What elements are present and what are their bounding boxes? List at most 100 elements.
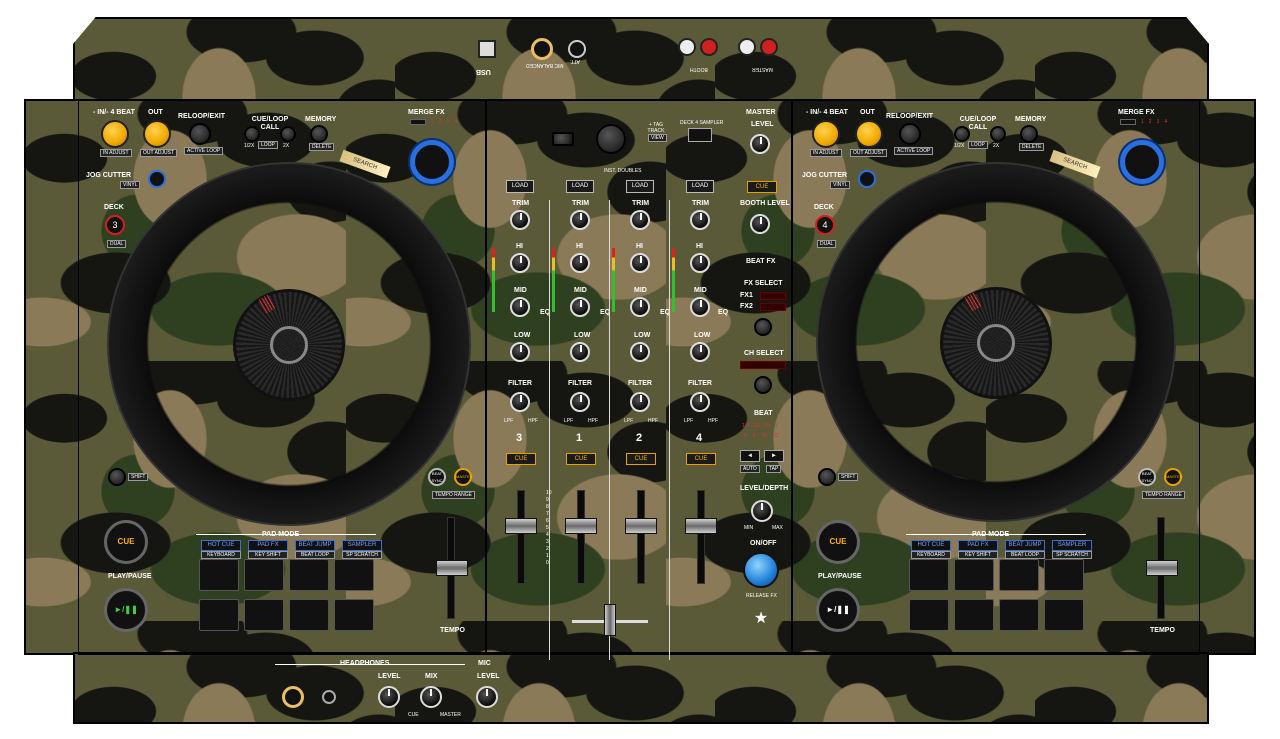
mid-knob-ch4[interactable] [690, 297, 710, 317]
headphones-mix-knob[interactable] [420, 686, 442, 708]
master-cue-button[interactable]: CUE [747, 181, 777, 193]
load-button-ch2[interactable]: LOAD [626, 180, 654, 193]
play-pause-button[interactable]: ►/❚❚ [104, 588, 148, 632]
beat-left-button[interactable]: ◄ [740, 450, 760, 462]
load-button-ch1[interactable]: LOAD [566, 180, 594, 193]
merge-fx-knob-right[interactable] [1120, 140, 1164, 184]
back-button[interactable] [552, 132, 574, 146]
cue-loop-call-right-button-right[interactable] [990, 126, 1006, 142]
beat-sync-button-right[interactable]: BEAT SYNC [1138, 468, 1156, 486]
memory-button-right[interactable] [1020, 125, 1038, 143]
pad-8[interactable] [334, 599, 374, 631]
shift-button[interactable] [108, 468, 126, 486]
pad-5[interactable] [199, 599, 239, 631]
out-button-right[interactable] [855, 120, 883, 148]
cue-button-ch4[interactable]: CUE [686, 453, 716, 465]
memory-button[interactable] [310, 125, 328, 143]
deck-select-button[interactable]: 3 [105, 215, 125, 235]
filter-knob-ch3[interactable] [510, 392, 530, 412]
out-button[interactable] [143, 120, 171, 148]
cue-button[interactable]: CUE [104, 520, 148, 564]
filter-knob-ch4[interactable] [690, 392, 710, 412]
trim-knob-ch2[interactable] [630, 210, 650, 230]
cue-button-ch2[interactable]: CUE [626, 453, 656, 465]
beat-right-button[interactable]: ► [764, 450, 784, 462]
mid-knob-ch2[interactable] [630, 297, 650, 317]
trim-knob-ch4[interactable] [690, 210, 710, 230]
pad-2[interactable] [244, 559, 284, 591]
reloop-exit-button[interactable] [189, 123, 211, 145]
low-knob-ch4[interactable] [690, 342, 710, 362]
fx-select-button[interactable] [754, 318, 772, 336]
hi-knob-ch2[interactable] [630, 253, 650, 273]
load-button-ch4[interactable]: LOAD [686, 180, 714, 193]
cue-button-ch1[interactable]: CUE [566, 453, 596, 465]
mid-knob-ch3[interactable] [510, 297, 530, 317]
cue-button-ch3[interactable]: CUE [506, 453, 536, 465]
pad-7[interactable] [289, 599, 329, 631]
pad-3[interactable] [289, 559, 329, 591]
pad-1[interactable] [199, 559, 239, 591]
sampler-button-right[interactable]: SAMPLER [1052, 540, 1092, 551]
cue-loop-call-left-button[interactable] [244, 126, 260, 142]
beat-sync-button[interactable]: BEAT SYNC [428, 468, 446, 486]
booth-level-knob[interactable] [750, 214, 770, 234]
cue-button-right[interactable]: CUE [816, 520, 860, 564]
pad-7-right[interactable] [999, 599, 1039, 631]
tempo-fader-handle[interactable] [436, 560, 468, 576]
pad-4[interactable] [334, 559, 374, 591]
master-deck-button-right[interactable]: MASTER [1164, 468, 1183, 486]
pad-3-right[interactable] [999, 559, 1039, 591]
crossfader-handle[interactable] [604, 604, 616, 636]
fx-on-off-button[interactable] [743, 552, 779, 588]
headphones-level-knob[interactable] [378, 686, 400, 708]
play-pause-button-right[interactable]: ►/❚❚ [816, 588, 860, 632]
pad-fx-button-right[interactable]: PAD FX [958, 540, 998, 551]
in-button-right[interactable] [812, 120, 840, 148]
cue-loop-call-right-button[interactable] [280, 126, 296, 142]
low-knob-ch2[interactable] [630, 342, 650, 362]
jog-cutter-button[interactable] [148, 170, 166, 188]
trim-knob-ch3[interactable] [510, 210, 530, 230]
ch-select-button[interactable] [754, 376, 772, 394]
level-depth-knob[interactable] [751, 500, 773, 522]
beat-jump-button-right[interactable]: BEAT JUMP [1005, 540, 1045, 551]
jog-cutter-button-right[interactable] [858, 170, 876, 188]
cue-loop-call-left-button-right[interactable] [954, 126, 970, 142]
in-button[interactable] [101, 120, 129, 148]
deck-select-button-right[interactable]: 4 [815, 215, 835, 235]
trim-knob-ch1[interactable] [570, 210, 590, 230]
low-knob-ch3[interactable] [510, 342, 530, 362]
pad-fx-button[interactable]: PAD FX [248, 540, 288, 551]
sampler-button[interactable]: SAMPLER [342, 540, 382, 551]
low-knob-ch1[interactable] [570, 342, 590, 362]
master-level-knob[interactable] [750, 134, 770, 154]
deck4-sampler-switch[interactable] [688, 128, 712, 142]
filter-knob-ch2[interactable] [630, 392, 650, 412]
mid-knob-ch1[interactable] [570, 297, 590, 317]
filter-knob-ch1[interactable] [570, 392, 590, 412]
pad-1-right[interactable] [909, 559, 949, 591]
reloop-exit-button-right[interactable] [899, 123, 921, 145]
pad-2-right[interactable] [954, 559, 994, 591]
beat-jump-button[interactable]: BEAT JUMP [295, 540, 335, 551]
channel-fader-ch3[interactable] [505, 518, 537, 534]
merge-fx-knob[interactable] [410, 140, 454, 184]
hot-cue-button[interactable]: HOT CUE [201, 540, 241, 551]
channel-fader-ch2[interactable] [625, 518, 657, 534]
pad-8-right[interactable] [1044, 599, 1084, 631]
master-deck-button[interactable]: MASTER [454, 468, 473, 486]
pad-4-right[interactable] [1044, 559, 1084, 591]
pad-5-right[interactable] [909, 599, 949, 631]
channel-fader-ch1[interactable] [565, 518, 597, 534]
tempo-fader-handle-right[interactable] [1146, 560, 1178, 576]
hi-knob-ch4[interactable] [690, 253, 710, 273]
pad-6[interactable] [244, 599, 284, 631]
hi-knob-ch1[interactable] [570, 253, 590, 273]
browse-knob[interactable] [596, 124, 626, 154]
pad-6-right[interactable] [954, 599, 994, 631]
view-button[interactable]: VIEW [648, 134, 667, 142]
hot-cue-button-right[interactable]: HOT CUE [911, 540, 951, 551]
load-button-ch3[interactable]: LOAD [506, 180, 534, 193]
channel-fader-ch4[interactable] [685, 518, 717, 534]
